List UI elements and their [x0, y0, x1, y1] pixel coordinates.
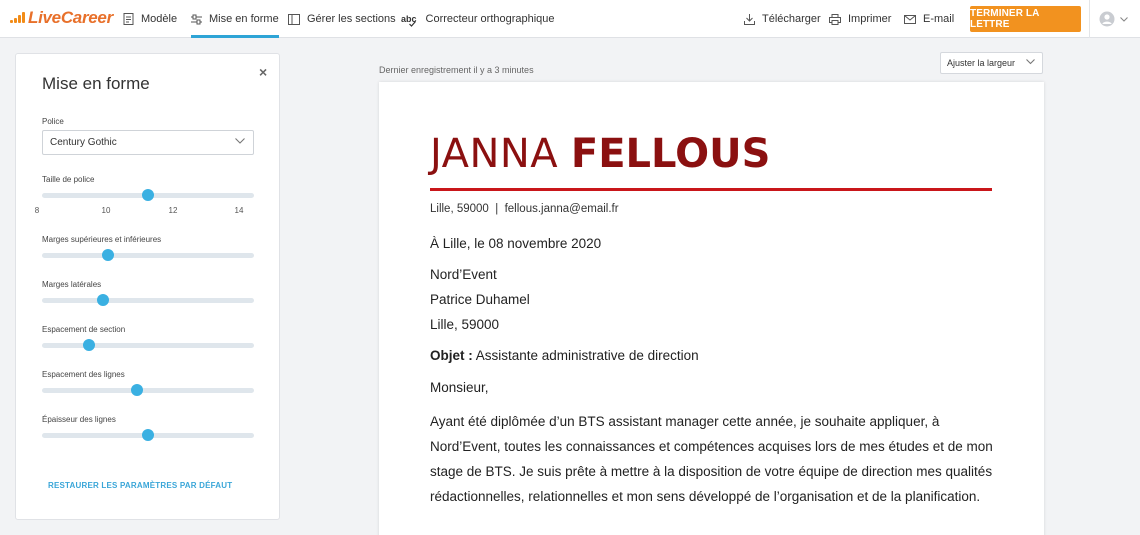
- font-size-slider-handle[interactable]: [142, 189, 155, 201]
- letter-date[interactable]: À Lille, le 08 novembre 2020: [430, 236, 601, 251]
- livecareer-logo[interactable]: LiveCareer: [10, 8, 113, 28]
- subject-label: Objet :: [430, 348, 473, 363]
- header-divider: [430, 188, 992, 191]
- vertical-margins-slider[interactable]: [42, 249, 254, 261]
- letter-header-name[interactable]: JANNA FELLOUS: [430, 131, 770, 177]
- zoom-select-value: Ajuster la largeur: [947, 58, 1016, 68]
- vertical-margins-label: Marges supérieures et inférieures: [42, 235, 162, 244]
- line-spacing-slider[interactable]: [42, 384, 254, 396]
- panel-title: Mise en forme: [42, 74, 150, 93]
- chevron-down-icon: [1026, 59, 1035, 65]
- logo-mark-icon: [10, 12, 26, 24]
- restore-defaults-link[interactable]: RESTAURER LES PARAMÈTRES PAR DÉFAUT: [48, 481, 232, 490]
- line-spacing-slider-handle[interactable]: [131, 384, 144, 396]
- close-icon[interactable]: ×: [259, 64, 267, 80]
- font-size-tick: 10: [101, 206, 111, 215]
- zoom-select[interactable]: Ajuster la largeur: [940, 52, 1043, 74]
- last-name: FELLOUS: [570, 131, 771, 177]
- contact-line[interactable]: Lille, 59000 | fellous.janna@email.fr: [430, 203, 619, 215]
- nav-gerer-sections[interactable]: Gérer les sections: [288, 0, 396, 38]
- format-icon: [191, 14, 202, 24]
- side-margins-label: Marges latérales: [42, 280, 102, 289]
- nav-mise-en-forme[interactable]: Mise en forme: [191, 0, 279, 38]
- formatting-panel: Mise en forme × Police Century Gothic Ta…: [15, 53, 280, 520]
- sections-icon: [288, 13, 300, 25]
- download-icon: [744, 13, 755, 25]
- print-button[interactable]: Imprimer: [829, 0, 891, 38]
- nav-modele[interactable]: Modèle: [123, 0, 177, 38]
- toolbar-divider: [1089, 0, 1090, 38]
- finish-letter-button[interactable]: TERMINER LA LETTRE: [970, 6, 1081, 32]
- section-spacing-slider-handle[interactable]: [82, 339, 95, 351]
- letter-subject[interactable]: Objet : Assistante administrative de dir…: [430, 348, 699, 363]
- side-margins-slider-handle[interactable]: [97, 294, 110, 306]
- spellcheck-icon: abc: [401, 14, 417, 27]
- section-spacing-slider[interactable]: [42, 339, 254, 351]
- avatar-icon: [1099, 11, 1115, 27]
- logo-text: LiveCareer: [28, 8, 113, 27]
- nav-modele-label: Modèle: [141, 13, 178, 25]
- nav-correcteur-label: Correcteur orthographique: [425, 13, 555, 25]
- line-thickness-slider[interactable]: [42, 429, 254, 441]
- recipient-city[interactable]: Lille, 59000: [430, 317, 499, 332]
- font-size-tick: 12: [168, 206, 178, 215]
- email-button[interactable]: E-mail: [904, 0, 954, 38]
- top-bar: LiveCareer Modèle Mise en forme Gérer le…: [0, 0, 1140, 38]
- font-size-tick: 8: [34, 206, 40, 215]
- line-spacing-label: Espacement des lignes: [42, 370, 125, 379]
- salutation[interactable]: Monsieur,: [430, 380, 489, 395]
- subject-text: Assistante administrative de direction: [472, 348, 699, 363]
- mail-icon: [904, 14, 916, 24]
- print-icon: [829, 13, 841, 25]
- email-label: E-mail: [923, 13, 955, 25]
- recipient-company[interactable]: Nord’Event: [430, 267, 497, 282]
- vertical-margins-slider-handle[interactable]: [101, 249, 114, 261]
- chevron-down-icon: [235, 138, 245, 144]
- last-saved-status: Dernier enregistrement il y a 3 minutes: [379, 65, 534, 75]
- line-thickness-slider-handle[interactable]: [142, 429, 154, 441]
- download-button[interactable]: Télécharger: [744, 0, 821, 38]
- letter-body-paragraph[interactable]: Ayant été diplômée d’un BTS assistant ma…: [430, 409, 1005, 509]
- font-size-tick: 14: [234, 206, 244, 215]
- letter-page[interactable]: JANNA FELLOUS Lille, 59000 | fellous.jan…: [379, 82, 1044, 535]
- font-size-label: Taille de police: [42, 175, 95, 184]
- font-select-value: Century Gothic: [50, 137, 117, 148]
- nav-gerer-sections-label: Gérer les sections: [307, 13, 396, 25]
- font-size-slider[interactable]: [42, 189, 254, 201]
- print-label: Imprimer: [848, 13, 892, 25]
- template-icon: [123, 13, 134, 25]
- section-spacing-label: Espacement de section: [42, 325, 126, 334]
- chevron-down-icon: [1120, 16, 1128, 22]
- font-select[interactable]: Century Gothic: [42, 130, 254, 155]
- recipient-name[interactable]: Patrice Duhamel: [430, 292, 530, 307]
- nav-mise-en-forme-label: Mise en forme: [209, 13, 279, 25]
- side-margins-slider[interactable]: [42, 294, 254, 306]
- download-label: Télécharger: [762, 13, 821, 25]
- first-name: JANNA: [430, 131, 559, 177]
- nav-correcteur[interactable]: abc Correcteur orthographique: [401, 0, 555, 38]
- font-label: Police: [42, 117, 64, 126]
- account-menu[interactable]: [1099, 11, 1128, 27]
- line-thickness-label: Épaisseur des lignes: [42, 415, 116, 424]
